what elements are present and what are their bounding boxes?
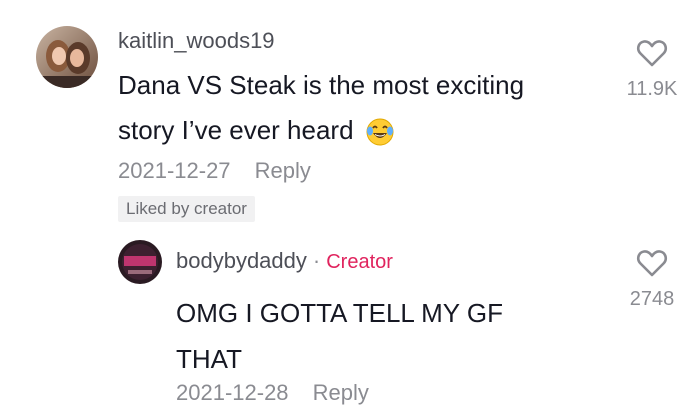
comment-text-line-2-text: story I’ve ever heard [118,115,354,145]
comment-text: Dana VS Steak is the most exciting story… [118,63,598,153]
avatar-image [118,240,162,284]
username[interactable]: bodybydaddy [176,248,307,273]
heart-outline-icon[interactable] [636,38,668,68]
username-row: bodybydaddy · Creator [176,248,393,274]
comment-2: bodybydaddy · Creator OMG I GOTTA TELL MY … [0,230,700,416]
comment-date: 2021-12-27 [118,158,231,183]
reply-button[interactable]: Reply [255,158,311,183]
comment-text: OMG I GOTTA TELL MY GF THAT [176,290,596,382]
comment-text-line-2: story I’ve ever heard [118,108,598,153]
creator-tag: Creator [326,251,393,273]
heart-outline-icon[interactable] [636,248,668,278]
comment-text-line-1: OMG I GOTTA TELL MY GF [176,298,503,328]
like-count: 11.9K [626,78,678,100]
comment-text-line-1: Dana VS Steak is the most exciting [118,70,525,100]
comment-date: 2021-12-28 [176,380,289,405]
comment-1: kaitlin_woods19 Dana VS Steak is the mos… [0,0,700,240]
laughing-with-tears-emoji-icon [366,118,394,146]
comment-text-line-2: THAT [176,344,242,374]
reply-button[interactable]: Reply [313,380,369,405]
avatar[interactable] [118,240,162,284]
comment-meta: 2021-12-27 Reply [118,158,311,184]
avatar[interactable] [36,26,98,88]
comment-meta: 2021-12-28 Reply [176,380,369,406]
like-count: 2748 [629,288,675,310]
separator-dot: · [312,248,321,273]
avatar-image [36,26,98,88]
liked-by-creator-badge: Liked by creator [118,196,255,222]
username[interactable]: kaitlin_woods19 [118,28,275,54]
